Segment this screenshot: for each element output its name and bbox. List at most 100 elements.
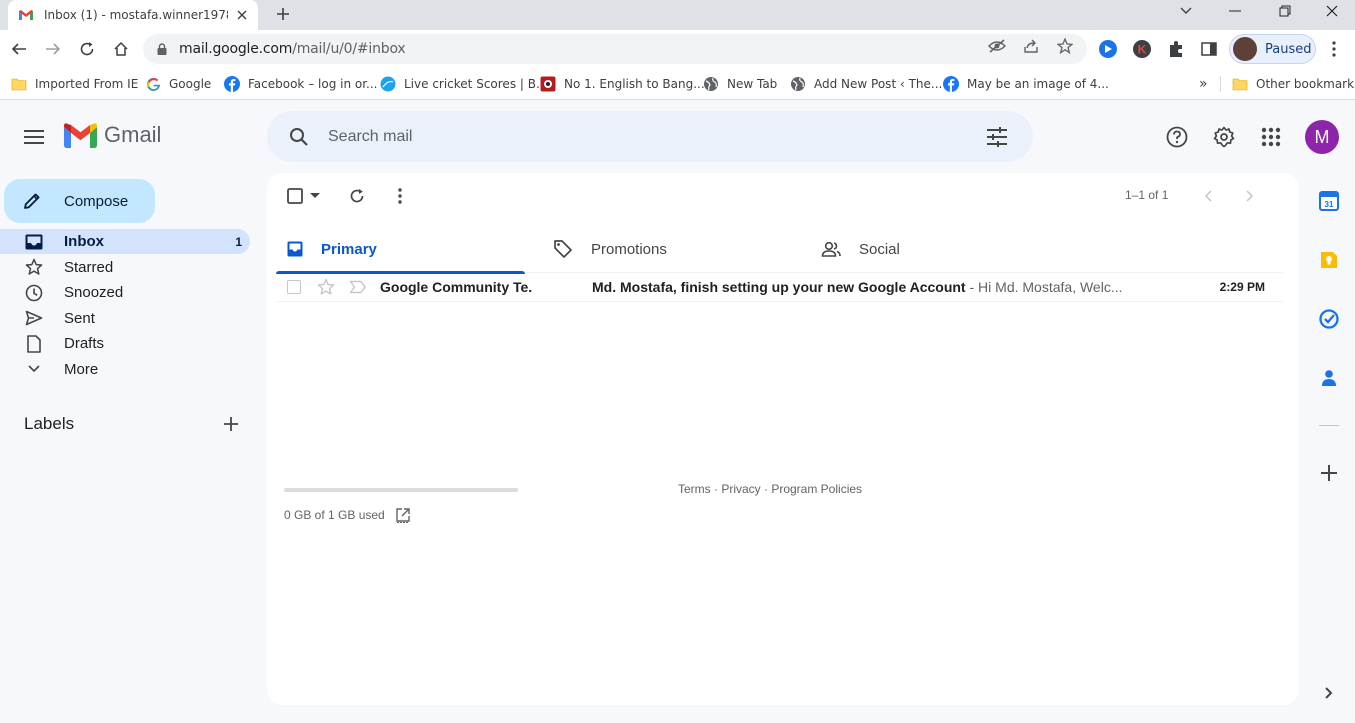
bookmark-item[interactable]: Live cricket Scores | B... xyxy=(380,75,547,93)
bookmark-label: Imported From IE xyxy=(35,77,139,91)
folder-icon xyxy=(1232,76,1248,92)
star-icon xyxy=(24,257,44,277)
bookmark-label: Live cricket Scores | B... xyxy=(404,77,548,91)
globe-icon xyxy=(703,76,719,92)
back-icon[interactable] xyxy=(8,38,30,60)
bookmark-item[interactable]: Facebook – log in or... xyxy=(224,75,378,93)
close-tab-icon[interactable] xyxy=(234,7,250,23)
bookmark-item[interactable]: No 1. English to Bang... xyxy=(540,75,705,93)
home-icon[interactable] xyxy=(110,38,132,60)
profile-button[interactable]: Paused xyxy=(1229,34,1316,64)
browser-tab[interactable]: Inbox (1) - mostafa.winner1978@gmail.com… xyxy=(8,0,258,30)
settings-gear-icon[interactable] xyxy=(1204,117,1244,157)
extensions-puzzle-icon[interactable] xyxy=(1165,38,1187,60)
share-icon[interactable] xyxy=(1022,37,1040,55)
search-options-icon[interactable] xyxy=(977,117,1017,157)
email-row[interactable]: Google Community Te. Md. Mostafa, finish… xyxy=(276,273,1283,302)
sidebar-item-label: Inbox xyxy=(64,233,104,250)
older-page-icon[interactable] xyxy=(1246,185,1254,207)
sidebar-item-snoozed[interactable]: Snoozed xyxy=(0,280,250,305)
restore-icon[interactable] xyxy=(1262,0,1308,22)
extension-player-icon[interactable] xyxy=(1097,38,1119,60)
refresh-icon[interactable] xyxy=(349,185,365,207)
gmail-logo[interactable]: Gmail xyxy=(64,122,161,148)
side-panel-icon[interactable] xyxy=(1198,38,1220,60)
draft-icon xyxy=(24,334,44,354)
open-external-icon[interactable] xyxy=(394,506,412,524)
forward-icon[interactable] xyxy=(42,38,64,60)
gmail-wordmark: Gmail xyxy=(104,122,162,147)
inbox-tab-icon xyxy=(287,241,303,257)
bookmarks-overflow-button[interactable]: » xyxy=(1199,75,1208,93)
email-sender: Google Community Te. xyxy=(380,279,533,295)
dictionary-icon xyxy=(540,76,556,92)
tab-social[interactable]: Social xyxy=(810,225,1059,273)
other-bookmarks[interactable]: Other bookmarks xyxy=(1232,75,1355,93)
bookmark-item[interactable]: May be an image of 4... xyxy=(943,75,1109,93)
get-addons-icon[interactable] xyxy=(1317,461,1341,485)
calendar-icon[interactable]: 31 xyxy=(1317,189,1341,213)
tab-search-icon[interactable] xyxy=(1163,0,1209,22)
account-avatar[interactable]: M xyxy=(1305,120,1339,154)
email-subject-line: Md. Mostafa, finish setting up your new … xyxy=(592,279,1162,295)
compose-button[interactable]: Compose xyxy=(4,179,155,223)
star-toggle-icon[interactable] xyxy=(316,277,336,297)
add-label-icon[interactable] xyxy=(220,413,242,435)
newer-page-icon[interactable] xyxy=(1204,185,1212,207)
reload-icon[interactable] xyxy=(76,38,98,60)
storage-text: 0 GB of 1 GB used xyxy=(284,508,385,522)
google-icon xyxy=(145,76,161,92)
gmail-logo-icon xyxy=(64,122,97,148)
email-subject: Md. Mostafa, finish setting up your new … xyxy=(592,279,966,295)
search-input[interactable] xyxy=(328,127,977,146)
contacts-icon[interactable] xyxy=(1317,366,1341,390)
tab-primary[interactable]: Primary xyxy=(276,225,525,274)
minimize-icon[interactable] xyxy=(1212,0,1258,22)
sidebar-item-starred[interactable]: Starred xyxy=(0,255,250,280)
search-icon[interactable] xyxy=(275,113,323,161)
address-bar[interactable]: mail.google.com/mail/u/0/#inbox xyxy=(143,34,1087,64)
keep-icon[interactable] xyxy=(1317,248,1341,272)
new-tab-button[interactable] xyxy=(272,3,294,25)
select-dropdown-icon[interactable] xyxy=(310,185,320,207)
tab-label: Promotions xyxy=(591,240,667,258)
tracking-protection-icon[interactable] xyxy=(988,37,1006,55)
apps-grid-icon[interactable] xyxy=(1251,117,1291,157)
bookmark-star-icon[interactable] xyxy=(1056,37,1074,55)
sidebar-item-sent[interactable]: Sent xyxy=(0,306,250,331)
importance-marker-icon[interactable] xyxy=(348,277,368,297)
sidebar-item-drafts[interactable]: Drafts xyxy=(0,331,250,356)
tab-promotions[interactable]: Promotions xyxy=(542,225,791,273)
extension-k-icon[interactable]: K xyxy=(1131,38,1153,60)
side-panel-rail: 31 xyxy=(1306,173,1355,723)
hide-side-panel-icon[interactable] xyxy=(1317,681,1341,705)
close-window-icon[interactable] xyxy=(1309,0,1355,22)
bookmark-item[interactable]: Google xyxy=(145,75,211,93)
storage-meter: 0 GB of 1 GB used xyxy=(284,488,518,523)
bookmark-item[interactable]: New Tab xyxy=(703,75,777,93)
bookmark-item[interactable]: Imported From IE xyxy=(11,75,138,93)
bookmark-label: No 1. English to Bang... xyxy=(564,77,705,91)
url-text: mail.google.com/mail/u/0/#inbox xyxy=(179,41,406,57)
sidebar-item-label: Sent xyxy=(64,309,95,327)
lock-icon[interactable] xyxy=(157,43,167,55)
main-menu-icon[interactable] xyxy=(14,117,54,157)
browser-menu-icon[interactable] xyxy=(1324,38,1344,60)
gmail-favicon-icon xyxy=(18,7,34,23)
select-all-checkbox[interactable] xyxy=(287,185,303,207)
inbox-icon xyxy=(24,232,44,252)
more-actions-icon[interactable] xyxy=(398,185,402,207)
people-icon xyxy=(821,241,841,257)
footer-links[interactable]: Terms · Privacy · Program Policies xyxy=(678,482,862,496)
sidebar-item-more[interactable]: More xyxy=(0,357,250,382)
bookmark-item[interactable]: Add New Post ‹ The... xyxy=(790,75,942,93)
pencil-icon xyxy=(22,191,42,211)
email-snippet: - Hi Md. Mostafa, Welc... xyxy=(965,279,1123,295)
pagination-text: 1–1 of 1 xyxy=(1125,188,1169,202)
tasks-icon[interactable] xyxy=(1317,307,1341,331)
support-icon[interactable] xyxy=(1157,117,1197,157)
sidebar-item-inbox[interactable]: Inbox 1 xyxy=(0,229,250,254)
bookmarks-bar: Imported From IE Google Facebook – log i… xyxy=(0,68,1355,100)
email-select-checkbox[interactable] xyxy=(287,280,301,294)
search-bar[interactable] xyxy=(267,111,1033,162)
